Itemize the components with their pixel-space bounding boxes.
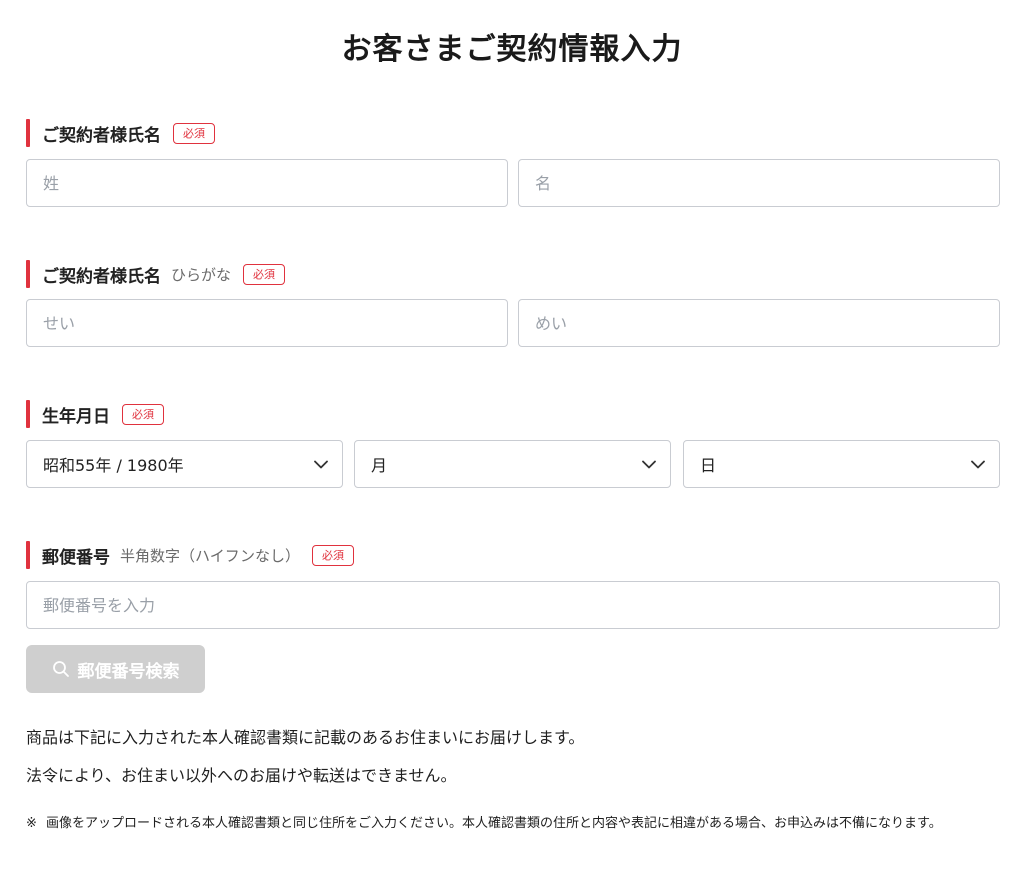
required-badge: 必須 bbox=[173, 122, 215, 144]
birthdate-section-label: 生年月日 必須 bbox=[26, 399, 164, 429]
chevron-down-icon bbox=[314, 457, 328, 471]
birth-day-value: 日 bbox=[700, 456, 717, 475]
chevron-down-icon bbox=[642, 457, 656, 471]
postal-search-label: 郵便番号検索 bbox=[77, 661, 180, 682]
label-accent-bar bbox=[26, 260, 30, 288]
footnote: ※ 画像をアップロードされる本人確認書類と同じ住所をご入力ください。本人確認書類… bbox=[26, 812, 1006, 836]
forwarding-notice: 法令により、お住まい以外へのお届けや転送はできません。 bbox=[26, 766, 457, 785]
kana-label: ご契約者様氏名 bbox=[42, 266, 161, 287]
search-icon bbox=[52, 660, 70, 678]
kana-section-label: ご契約者様氏名 ひらがな 必須 bbox=[26, 259, 286, 289]
postal-code-input[interactable] bbox=[26, 581, 1000, 629]
page-title: お客さまご契約情報入力 bbox=[341, 32, 683, 67]
kana-sublabel: ひらがな bbox=[171, 265, 232, 284]
birth-month-value: 月 bbox=[371, 456, 388, 475]
required-badge: 必須 bbox=[122, 403, 164, 425]
last-name-input[interactable] bbox=[26, 159, 508, 207]
birth-day-select[interactable]: 日 bbox=[683, 440, 1000, 488]
delivery-notice: 商品は下記に入力された本人確認書類に記載のあるお住まいにお届けします。 bbox=[26, 728, 585, 747]
postal-section-label: 郵便番号 半角数字（ハイフンなし） 必須 bbox=[26, 540, 355, 570]
label-accent-bar bbox=[26, 119, 30, 147]
first-name-input[interactable] bbox=[518, 159, 1000, 207]
birth-year-value: 昭和55年 / 1980年 bbox=[43, 456, 184, 475]
birth-year-select[interactable]: 昭和55年 / 1980年 bbox=[26, 440, 343, 488]
postal-search-button[interactable]: 郵便番号検索 bbox=[26, 645, 205, 693]
footnote-text: 画像をアップロードされる本人確認書類と同じ住所をご入力ください。本人確認書類の住… bbox=[46, 816, 942, 831]
name-section-label: ご契約者様氏名 必須 bbox=[26, 118, 215, 148]
birth-month-select[interactable]: 月 bbox=[354, 440, 671, 488]
label-accent-bar bbox=[26, 400, 30, 428]
footnote-mark: ※ bbox=[26, 816, 37, 831]
label-accent-bar bbox=[26, 541, 30, 569]
required-badge: 必須 bbox=[243, 263, 286, 285]
last-name-kana-input[interactable] bbox=[26, 299, 508, 347]
postal-label: 郵便番号 bbox=[42, 547, 110, 568]
required-badge: 必須 bbox=[312, 544, 355, 566]
birthdate-label: 生年月日 bbox=[42, 406, 110, 427]
chevron-down-icon bbox=[971, 457, 985, 471]
postal-sublabel: 半角数字（ハイフンなし） bbox=[120, 546, 301, 565]
first-name-kana-input[interactable] bbox=[518, 299, 1000, 347]
name-label: ご契約者様氏名 bbox=[42, 125, 161, 146]
